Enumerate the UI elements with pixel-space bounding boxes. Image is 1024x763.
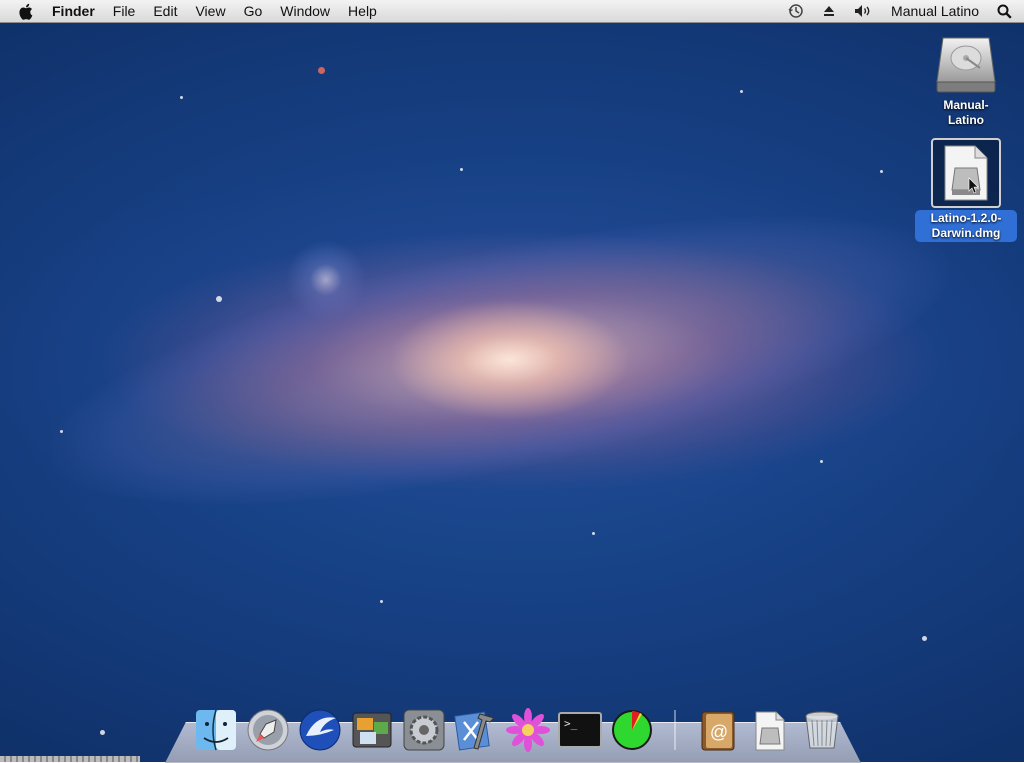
- preview-photos-icon: [352, 712, 392, 748]
- menu-bar: Finder File Edit View Go Window Help Man…: [0, 0, 1024, 23]
- address-book-icon: @: [701, 711, 735, 751]
- star: [922, 636, 927, 641]
- terminal-icon: >_: [558, 712, 602, 748]
- terminal-prompt: >_: [564, 717, 578, 730]
- dock-item-finder[interactable]: [192, 706, 240, 754]
- star: [460, 168, 463, 171]
- menu-file[interactable]: File: [104, 0, 145, 22]
- desktop-icon-dmg-file[interactable]: Latino-1.2.0- Darwin.dmg: [914, 138, 1018, 242]
- star: [592, 532, 595, 535]
- desktop-icon-label: Latino-1.2.0- Darwin.dmg: [915, 210, 1017, 242]
- star: [216, 296, 222, 302]
- progress-strip: [0, 756, 140, 762]
- user-name-menu[interactable]: Manual Latino: [881, 0, 989, 22]
- star: [380, 600, 383, 603]
- eject-icon[interactable]: [813, 0, 845, 22]
- disk-image-file-icon: [944, 145, 988, 201]
- dock-item-launchpad[interactable]: [244, 706, 292, 754]
- system-preferences-icon: [403, 709, 445, 751]
- desktop-background[interactable]: [0, 0, 1024, 762]
- star: [100, 730, 105, 735]
- dock-item-contacts[interactable]: @: [694, 706, 742, 754]
- apple-icon: [19, 3, 33, 20]
- trash-icon: [805, 711, 839, 749]
- menu-edit[interactable]: Edit: [144, 0, 186, 22]
- desktop-icon-label: Manual- Latino: [943, 98, 989, 127]
- star: [60, 430, 63, 433]
- dock: >_ @: [190, 702, 848, 754]
- pie-chart-icon: [612, 710, 652, 750]
- dock-item-seamonkey[interactable]: [296, 706, 344, 754]
- dock-item-flower-app[interactable]: [504, 706, 552, 754]
- time-machine-icon[interactable]: [779, 0, 813, 22]
- menu-view[interactable]: View: [186, 0, 234, 22]
- dock-item-downloads[interactable]: [746, 706, 794, 754]
- menu-go[interactable]: Go: [235, 0, 272, 22]
- dock-separator: [674, 710, 676, 750]
- apple-menu[interactable]: [0, 3, 43, 20]
- launchpad-rocket-icon: [247, 709, 289, 751]
- dock-item-xcode[interactable]: [452, 706, 500, 754]
- menu-extras: Manual Latino: [779, 0, 1024, 22]
- dock-item-activity-monitor[interactable]: [608, 706, 656, 754]
- dock-item-image-capture[interactable]: [348, 706, 396, 754]
- star: [820, 460, 823, 463]
- hard-drive-icon: [936, 37, 996, 93]
- galaxy-band: [27, 156, 973, 564]
- desktop-icon-hard-drive[interactable]: Manual- Latino: [914, 30, 1018, 128]
- star: [740, 90, 743, 93]
- menu-app-name[interactable]: Finder: [43, 0, 104, 22]
- svg-text:@: @: [710, 722, 728, 742]
- finder-icon: [196, 709, 236, 751]
- menu-help[interactable]: Help: [339, 0, 386, 22]
- dock-item-terminal[interactable]: >_: [556, 706, 604, 754]
- star: [318, 67, 325, 74]
- selection-frame: [931, 138, 1001, 208]
- seamonkey-icon: [299, 709, 341, 751]
- downloads-stack-icon: [755, 711, 785, 751]
- star: [880, 170, 883, 173]
- dock-item-system-preferences[interactable]: [400, 706, 448, 754]
- spotlight-search-icon[interactable]: [989, 0, 1024, 22]
- dock-item-trash[interactable]: [798, 706, 846, 754]
- flower-icon: [506, 708, 550, 752]
- volume-icon[interactable]: [845, 0, 881, 22]
- star: [180, 96, 183, 99]
- menu-window[interactable]: Window: [271, 0, 339, 22]
- xcode-icon: [454, 711, 495, 751]
